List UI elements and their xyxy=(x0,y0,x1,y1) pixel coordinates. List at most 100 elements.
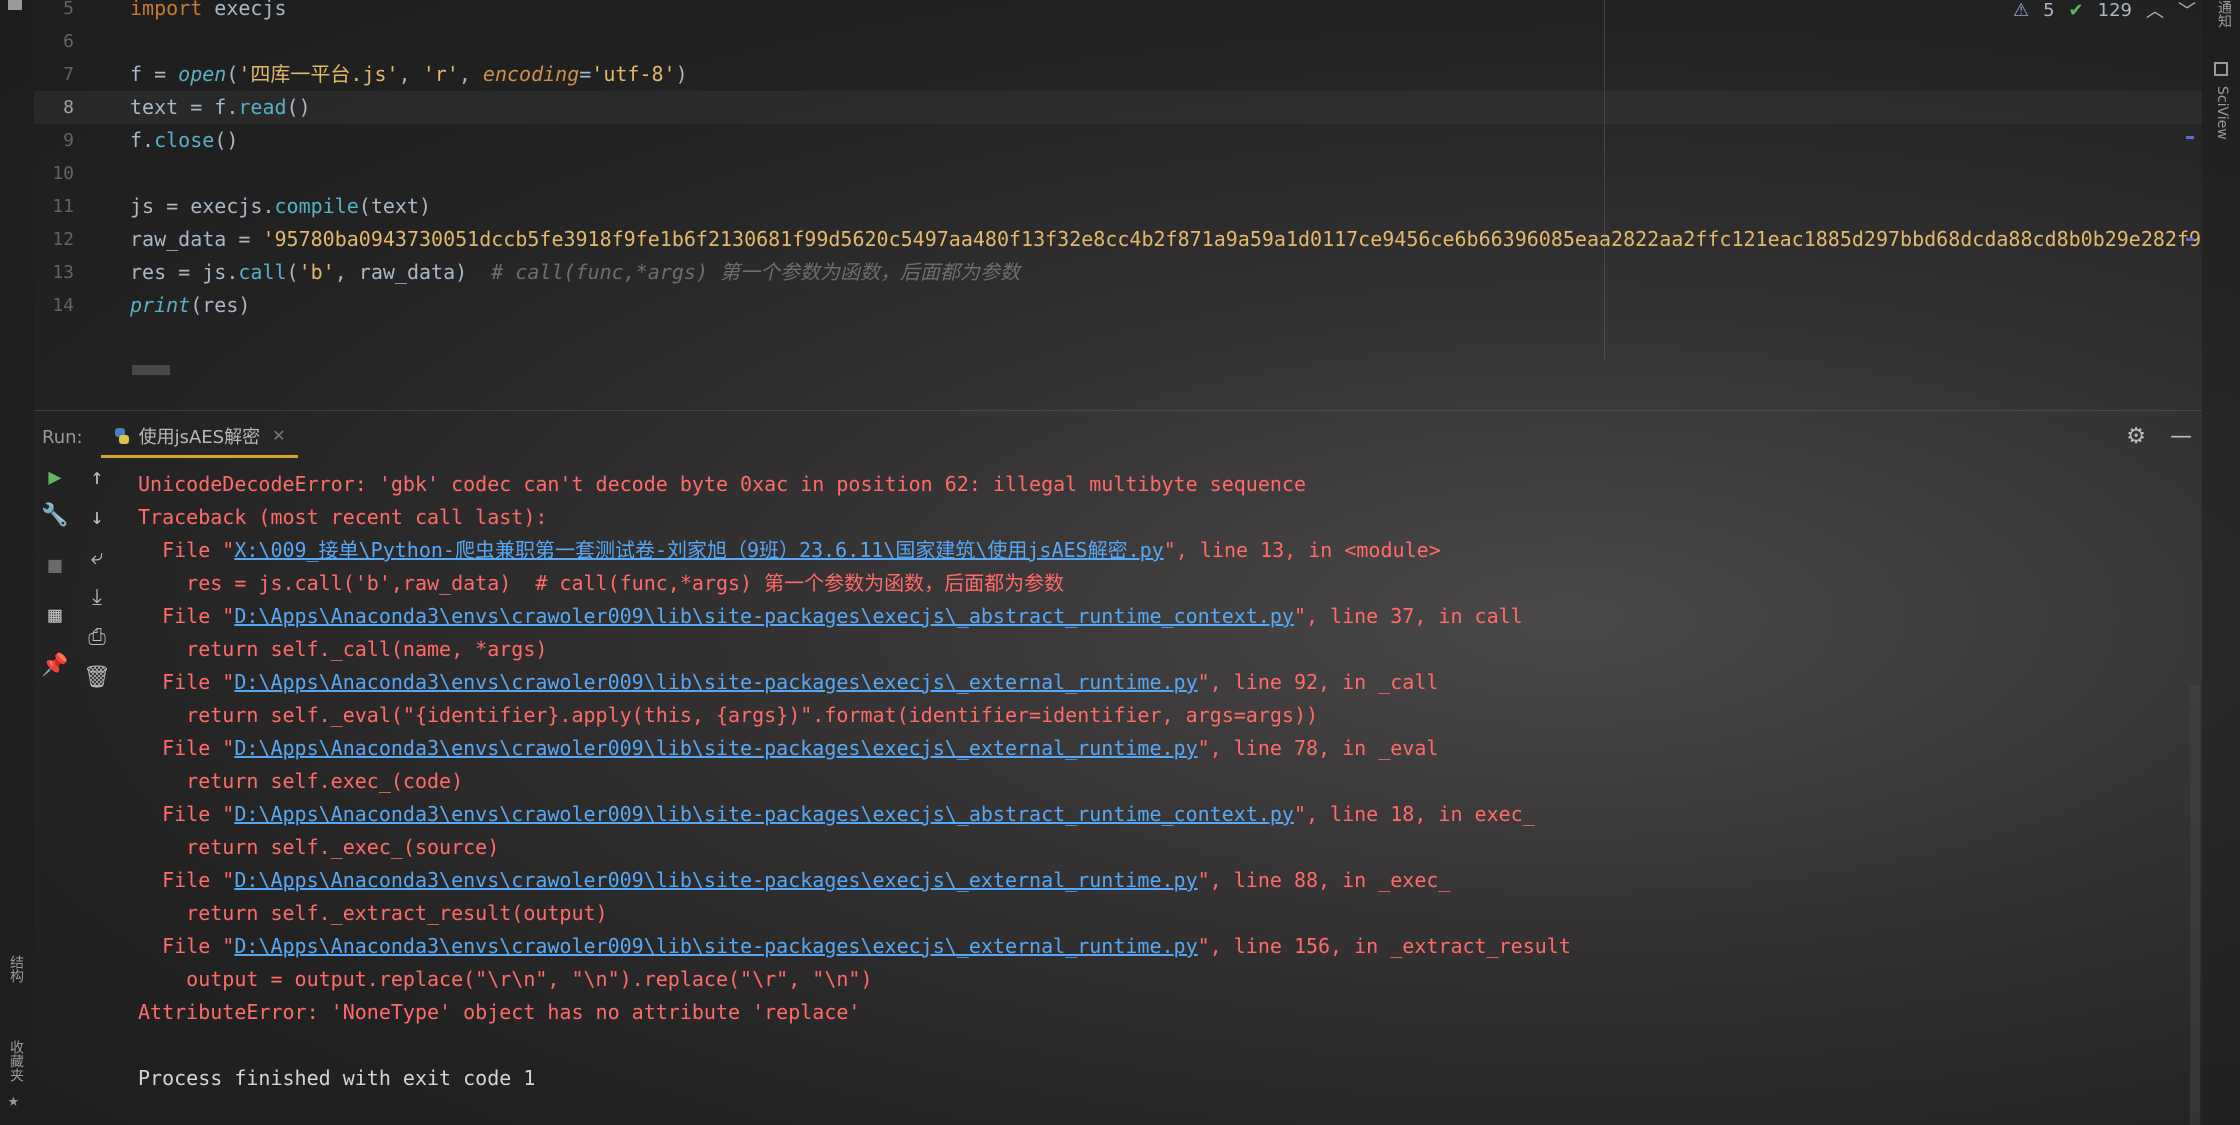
right-margin-guide xyxy=(1604,0,1605,360)
console-line: File "D:\Apps\Anaconda3\envs\crawoler009… xyxy=(138,732,1438,765)
run-toolbar-header: Run: 使用jsAES解密 ✕ ⚙ — xyxy=(34,417,2202,458)
folder-icon[interactable] xyxy=(8,0,22,10)
warning-count: 5 xyxy=(2043,0,2055,21)
console-text: ", line 88, in _exec_ xyxy=(1197,868,1451,892)
code-token: open xyxy=(178,62,227,86)
file-link[interactable]: D:\Apps\Anaconda3\envs\crawoler009\lib\s… xyxy=(234,604,1294,628)
notifications-tool-label[interactable]: 通知 xyxy=(2214,0,2234,28)
scroll-to-end-icon[interactable]: ⤓ xyxy=(84,584,110,610)
code-token: ( xyxy=(226,62,239,86)
file-link[interactable]: D:\Apps\Anaconda3\envs\crawoler009\lib\s… xyxy=(234,934,1197,958)
code-token: , xyxy=(398,62,423,86)
file-link[interactable]: D:\Apps\Anaconda3\envs\crawoler009\lib\s… xyxy=(234,802,1294,826)
console-line: AttributeError: 'NoneType' object has no… xyxy=(138,996,860,1029)
code-line[interactable]: 12 raw_data = '95780ba0943730051dccb5fe39… xyxy=(34,223,2202,256)
console-scrollbar[interactable] xyxy=(2190,685,2200,1125)
code-token: ( xyxy=(286,260,299,284)
code-token: '四库一平台.js' xyxy=(238,62,399,86)
line-number: 7 xyxy=(63,64,74,85)
code-token: () xyxy=(214,128,239,152)
star-icon[interactable]: ★ xyxy=(8,1090,19,1111)
pin-icon[interactable]: 📌 xyxy=(41,652,68,678)
code-line[interactable]: 8 text = f.read() xyxy=(34,91,2202,124)
right-tool-strip: 通知 SciView xyxy=(2202,0,2240,1125)
code-line[interactable]: 13 res = js.call('b', raw_data) # call(fu… xyxy=(34,256,2202,289)
code-line[interactable]: 14 print(res) xyxy=(34,289,2202,322)
rerun-icon[interactable]: ▶ xyxy=(42,464,68,490)
chevron-up-icon[interactable]: ︿ xyxy=(2146,0,2164,23)
console-line: output = output.replace("\r\n", "\n").re… xyxy=(138,963,873,996)
code-token: call xyxy=(238,260,287,284)
code-token: res = js. xyxy=(130,260,239,284)
console-text: AttributeError: 'NoneType' object has no… xyxy=(138,1000,861,1024)
console-text: return self._extract_result(output) xyxy=(138,901,608,925)
arrow-up-icon[interactable]: ↑ xyxy=(84,464,110,490)
code-text: res = js.call('b', raw_data) # call(func… xyxy=(130,256,1020,289)
warning-icon: ⚠ xyxy=(2012,0,2030,21)
check-icon: ✔ xyxy=(2068,0,2084,21)
code-token: compile xyxy=(274,194,359,218)
line-number: 5 xyxy=(63,0,74,19)
code-token: read xyxy=(238,95,287,119)
console-text: ", line 37, in call xyxy=(1293,604,1523,628)
line-number: 10 xyxy=(52,163,74,184)
stop-icon[interactable]: ■ xyxy=(42,552,68,578)
run-tab[interactable]: 使用jsAES解密 ✕ xyxy=(100,417,298,458)
console-text: ", line 13, in <module> xyxy=(1163,538,1441,562)
code-line[interactable]: 10 xyxy=(34,157,2202,190)
editor-horizontal-scrollbar[interactable] xyxy=(132,365,170,375)
code-line[interactable]: 11 js = execjs.compile(text) xyxy=(34,190,2202,223)
console-line: Traceback (most recent call last): xyxy=(138,501,547,534)
sciview-tool-label[interactable]: SciView xyxy=(2214,86,2230,140)
file-link[interactable]: D:\Apps\Anaconda3\envs\crawoler009\lib\s… xyxy=(234,670,1197,694)
soft-wrap-icon[interactable]: ⤶ xyxy=(84,544,110,570)
code-editor[interactable]: 5 import execjs 6 7 f = open('四库一平台.js', 'r'… xyxy=(34,0,2202,385)
chevron-down-icon[interactable]: ﹀ xyxy=(2178,0,2196,23)
console-text: return self._eval("{identifier}.apply(th… xyxy=(138,703,1319,727)
console-line: return self._extract_result(output) xyxy=(138,897,608,930)
wrench-icon[interactable]: 🔧 xyxy=(41,502,68,528)
console-text: Traceback (most recent call last): xyxy=(138,505,548,529)
sciview-icon[interactable] xyxy=(2214,62,2228,76)
inspection-status[interactable]: ⚠ 5 ✔ 129 ︿ ﹀ xyxy=(2012,0,2196,23)
run-console[interactable]: UnicodeDecodeError: 'gbk' codec can't de… xyxy=(138,468,2198,1118)
gear-icon[interactable]: ⚙ xyxy=(2126,424,2146,449)
console-text: return self.exec_(code) xyxy=(138,769,464,793)
code-line[interactable]: 6 xyxy=(34,25,2202,58)
check-count: 129 xyxy=(2097,0,2132,21)
close-icon[interactable]: ✕ xyxy=(272,426,285,445)
code-text: raw_data = '95780ba0943730051dccb5fe3918… xyxy=(130,223,2201,256)
console-text: output = output.replace("\r\n", "\n").re… xyxy=(138,967,873,991)
code-line[interactable]: 5 import execjs xyxy=(34,0,2202,25)
file-link[interactable]: X:\009_接单\Python-爬虫兼职第一套测试卷-刘家旭（9班）23.6.… xyxy=(234,538,1163,562)
code-token: '95780ba0943730051dccb5fe3918f9fe1b6f213… xyxy=(262,227,2202,251)
code-token: 'utf-8' xyxy=(591,62,676,86)
layout-icon[interactable]: ▦ xyxy=(42,602,68,628)
file-link[interactable]: D:\Apps\Anaconda3\envs\crawoler009\lib\s… xyxy=(234,736,1197,760)
code-token: import xyxy=(130,0,203,20)
code-line[interactable]: 7 f = open('四库一平台.js', 'r', encoding='utf… xyxy=(34,58,2202,91)
code-token: ) xyxy=(675,62,688,86)
code-token: execjs xyxy=(202,0,287,20)
console-text: ", line 78, in _eval xyxy=(1197,736,1439,760)
code-token: (res) xyxy=(190,293,251,317)
console-line: return self.exec_(code) xyxy=(138,765,463,798)
code-line[interactable]: 9 f.close() xyxy=(34,124,2202,157)
arrow-down-icon[interactable]: ↓ xyxy=(84,504,110,530)
console-line: File "X:\009_接单\Python-爬虫兼职第一套测试卷-刘家旭（9班… xyxy=(138,534,1441,567)
structure-tool-label[interactable]: 结构 xyxy=(6,955,26,983)
console-text: UnicodeDecodeError: 'gbk' codec can't de… xyxy=(138,472,1306,496)
code-token: () xyxy=(286,95,311,119)
editor-run-divider[interactable] xyxy=(34,410,2202,411)
line-number: 12 xyxy=(52,229,74,250)
file-link[interactable]: D:\Apps\Anaconda3\envs\crawoler009\lib\s… xyxy=(234,868,1197,892)
favorites-tool-label[interactable]: 收藏夹 xyxy=(6,1040,26,1082)
console-text: res = js.call('b',raw_data) # call(func,… xyxy=(138,571,1065,595)
trash-icon[interactable]: 🗑 xyxy=(83,664,111,690)
print-icon[interactable]: ⎙ xyxy=(84,624,110,650)
code-text: import execjs xyxy=(130,0,287,25)
line-number: 9 xyxy=(63,130,74,151)
console-line: File "D:\Apps\Anaconda3\envs\crawoler009… xyxy=(138,864,1450,897)
minimize-icon[interactable]: — xyxy=(2170,424,2192,449)
code-text: text = f.read() xyxy=(130,91,311,124)
